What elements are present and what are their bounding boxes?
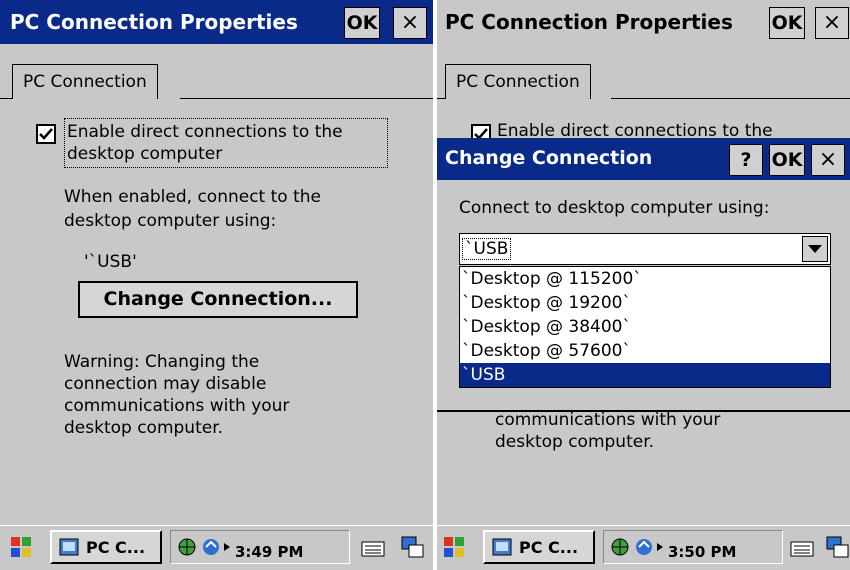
tab-strip: PC Connection <box>437 44 850 100</box>
tab-divider <box>180 98 433 99</box>
checkbox-label-line: desktop computer <box>67 144 223 164</box>
tab-pc-connection[interactable]: PC Connection <box>445 64 591 99</box>
enable-connections-checkbox[interactable] <box>36 124 56 144</box>
tray-arrow-icon[interactable] <box>223 542 231 552</box>
close-button[interactable]: × <box>815 7 849 39</box>
taskbar-task-button[interactable]: PC C... <box>50 530 162 564</box>
start-flag-icon[interactable] <box>441 534 467 560</box>
warning-line: connection may disable <box>64 374 267 394</box>
close-button[interactable]: × <box>393 7 427 39</box>
connection-dropdown-list: `Desktop @ 115200` `Desktop @ 19200` `De… <box>459 266 831 388</box>
taskbar: PC C... 3:50 PM <box>437 525 850 570</box>
sync-icon[interactable] <box>634 537 654 557</box>
dropdown-option-selected[interactable]: `USB <box>460 363 830 387</box>
window-title: PC Connection Properties <box>445 10 733 34</box>
change-connection-dialog: Change Connection ? OK × Connect to desk… <box>437 138 850 412</box>
clock[interactable]: 3:50 PM <box>668 543 736 561</box>
ok-button[interactable]: OK <box>344 7 380 39</box>
taskbar-task-button[interactable]: PC C... <box>483 530 595 564</box>
start-flag-icon[interactable] <box>8 534 34 560</box>
warning-line: desktop computer. <box>495 432 655 452</box>
tab-divider <box>611 98 850 99</box>
dropdown-option[interactable]: `Desktop @ 57600` <box>460 339 830 363</box>
window-title: PC Connection Properties <box>10 10 298 34</box>
warning-line: communications with your <box>64 396 290 416</box>
connection-select-value: `USB <box>462 238 512 260</box>
dropdown-option[interactable]: `Desktop @ 19200` <box>460 291 830 315</box>
dropdown-option[interactable]: `Desktop @ 115200` <box>460 267 830 291</box>
ok-button[interactable]: OK <box>769 7 805 39</box>
warning-line: desktop computer. <box>64 418 224 438</box>
taskbar-task-label: PC C... <box>86 538 146 557</box>
dialog-prompt: Connect to desktop computer using: <box>459 198 770 218</box>
system-tray: 3:49 PM <box>170 530 350 564</box>
help-button[interactable]: ? <box>729 144 763 176</box>
connection-value: '`USB' <box>84 252 137 272</box>
clock[interactable]: 3:49 PM <box>235 543 303 561</box>
tab-divider <box>0 98 12 99</box>
taskbar-task-label: PC C... <box>519 538 579 557</box>
taskbar: PC C... 3:49 PM <box>0 525 433 570</box>
title-bar: PC Connection Properties OK × <box>0 0 433 44</box>
network-globe-icon[interactable] <box>610 537 630 557</box>
dialog-close-button[interactable]: × <box>811 144 845 176</box>
windows-switch-icon[interactable] <box>400 534 426 560</box>
checkbox-label-line: Enable direct connections to the <box>67 122 343 142</box>
dialog-title: Change Connection <box>445 147 653 169</box>
enable-connections-label[interactable]: Enable direct connections to the desktop… <box>64 118 388 168</box>
chevron-down-icon[interactable] <box>802 236 828 262</box>
keyboard-icon[interactable] <box>789 534 815 560</box>
system-tray: 3:50 PM <box>603 530 783 564</box>
warning-line: Warning: Changing the <box>64 352 260 372</box>
dialog-title-bar: Change Connection ? OK × <box>437 138 850 180</box>
pc-connection-icon <box>59 538 79 556</box>
dropdown-option[interactable]: `Desktop @ 38400` <box>460 315 830 339</box>
right-screen: PC Connection Properties OK × PC Connect… <box>437 0 850 570</box>
tab-divider <box>437 98 445 99</box>
keyboard-icon[interactable] <box>360 534 386 560</box>
connection-select[interactable]: `USB <box>459 233 831 265</box>
warning-line: communications with your <box>495 410 721 430</box>
sync-icon[interactable] <box>201 537 221 557</box>
checkmark-icon <box>39 128 53 140</box>
tab-pc-connection[interactable]: PC Connection <box>12 64 158 99</box>
pc-connection-icon <box>492 538 512 556</box>
left-screen: PC Connection Properties OK × PC Connect… <box>0 0 433 570</box>
title-bar: PC Connection Properties OK × <box>437 0 850 44</box>
tray-arrow-icon[interactable] <box>656 542 664 552</box>
network-globe-icon[interactable] <box>177 537 197 557</box>
tab-strip: PC Connection <box>0 44 433 100</box>
description-line: When enabled, connect to the <box>64 187 321 207</box>
windows-switch-icon[interactable] <box>825 534 850 560</box>
change-connection-button[interactable]: Change Connection... <box>78 281 358 318</box>
description-line: desktop computer using: <box>64 211 277 231</box>
dialog-ok-button[interactable]: OK <box>769 144 805 176</box>
